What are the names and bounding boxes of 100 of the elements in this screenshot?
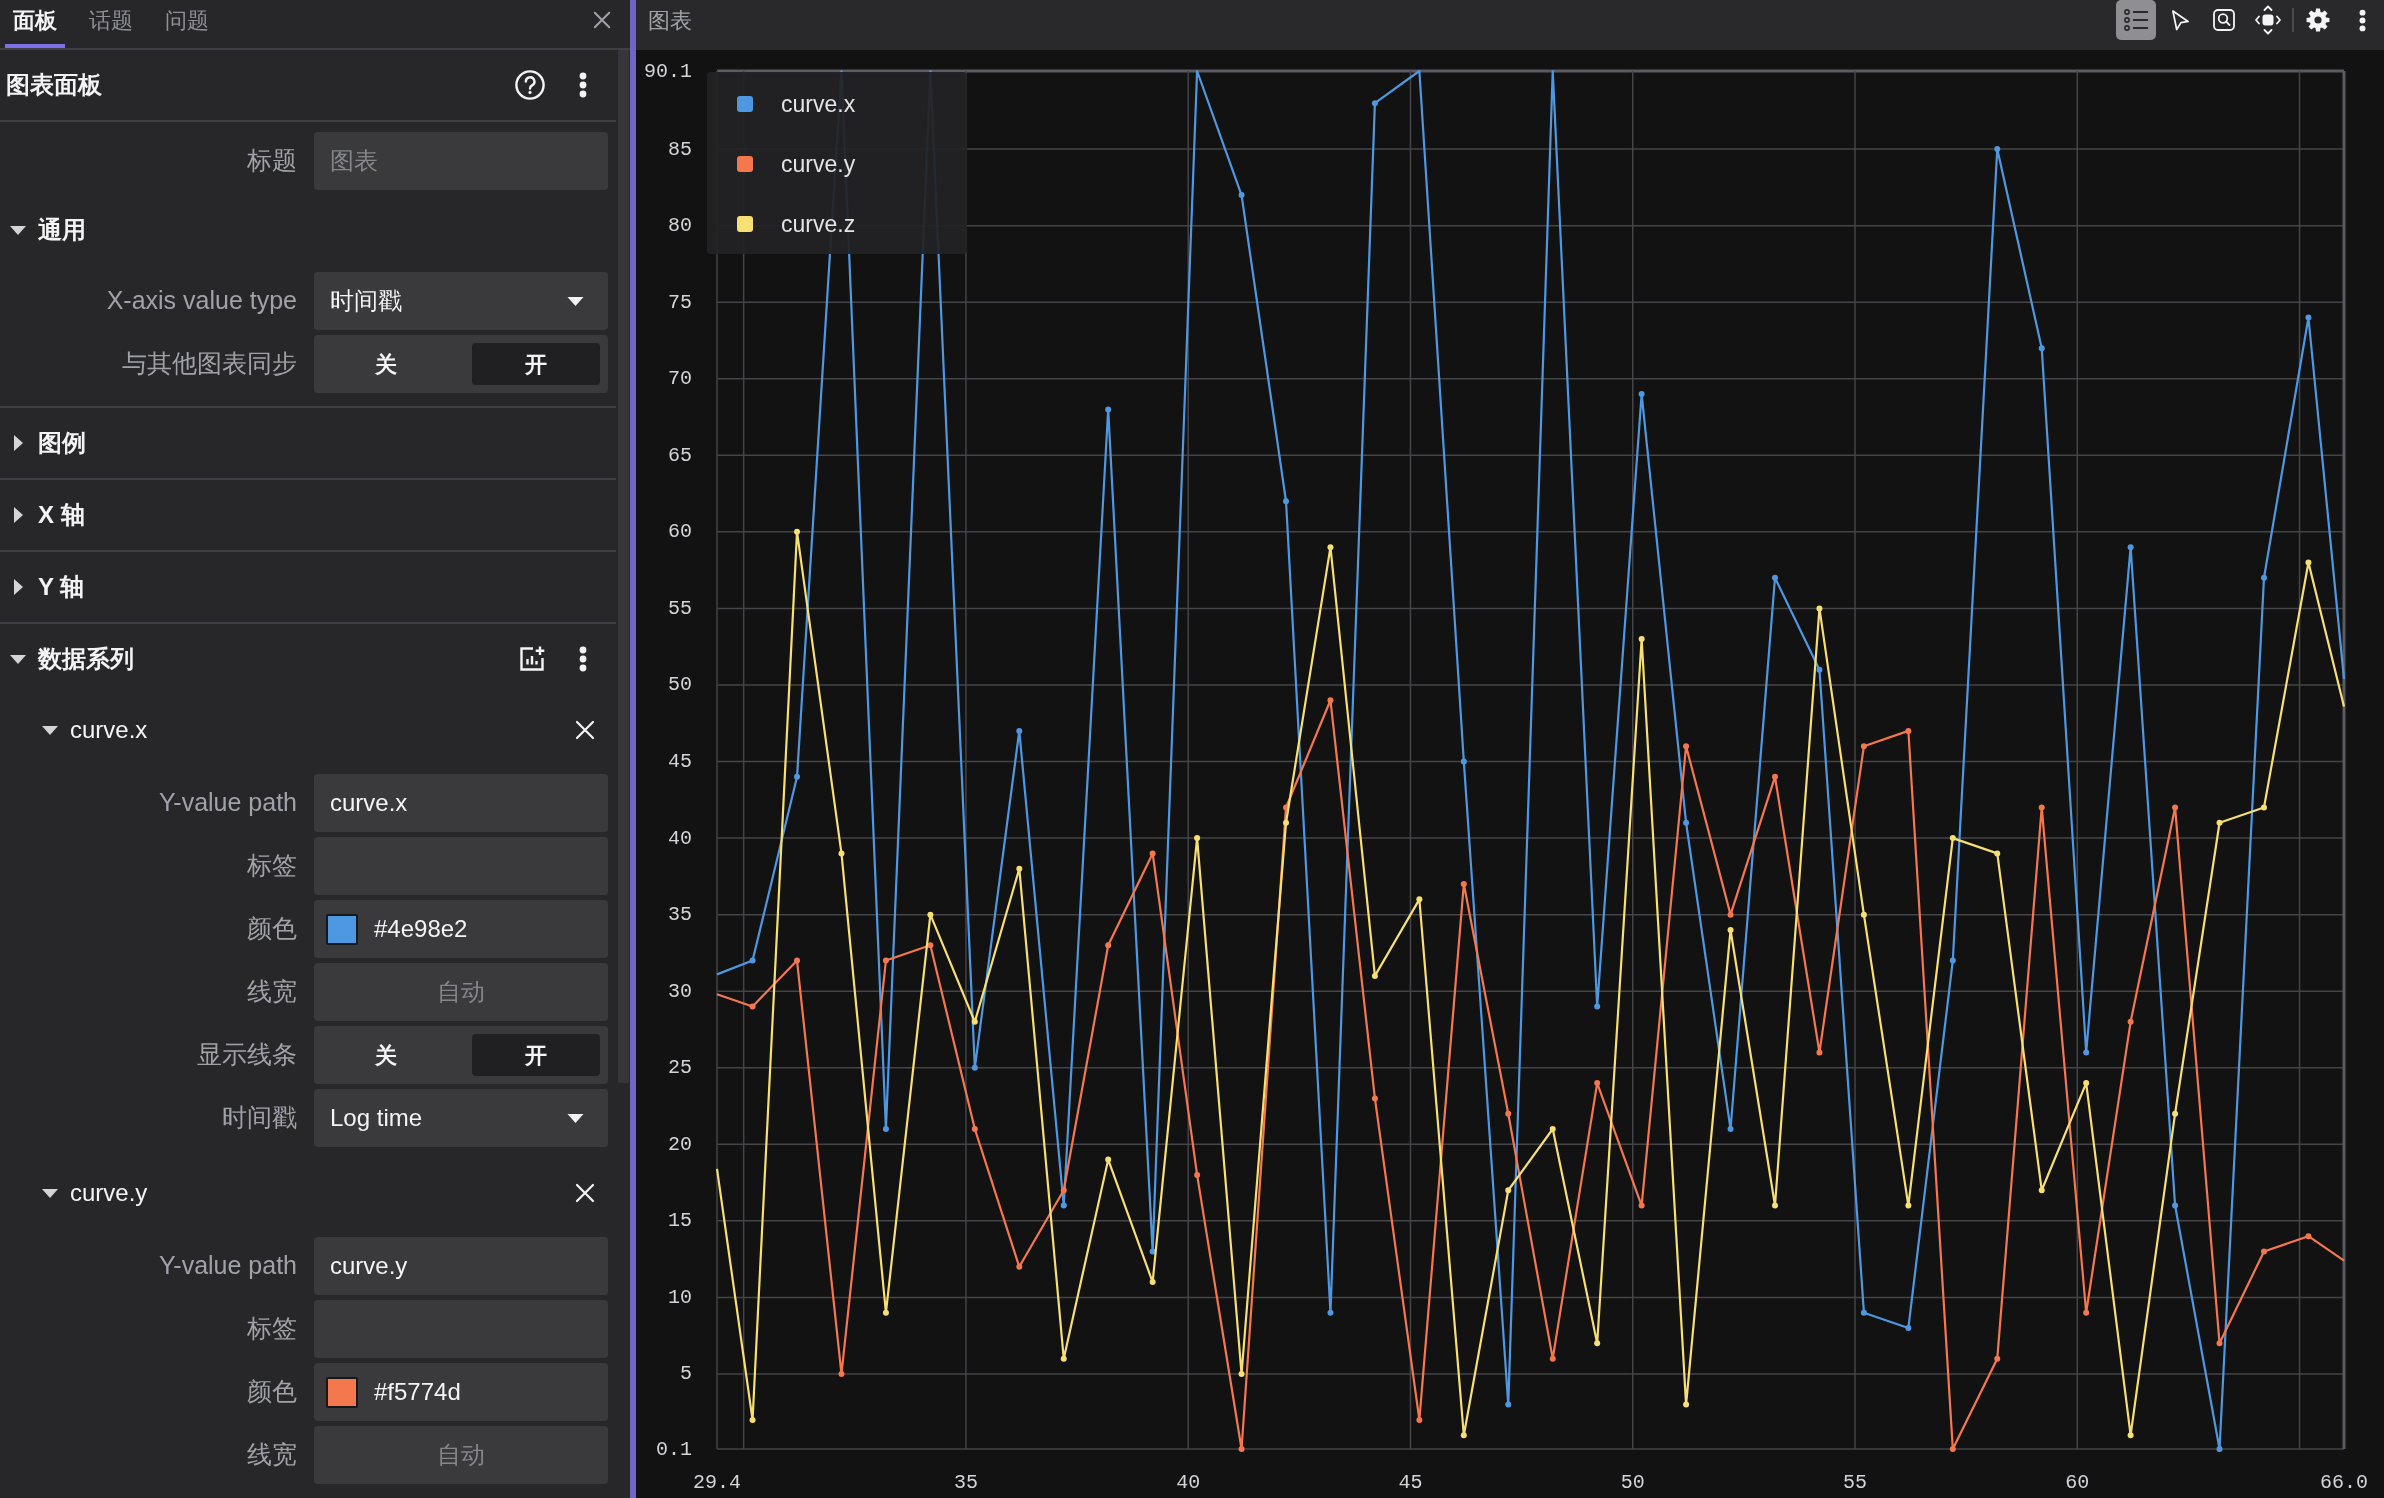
field-label: 标签: [246, 1313, 297, 1345]
data-point: [927, 911, 934, 918]
data-point: [1949, 957, 1956, 964]
section-header[interactable]: 通用: [0, 195, 587, 265]
data-point: [1149, 1248, 1156, 1255]
data-point: [1816, 605, 1823, 612]
data-point: [838, 850, 845, 857]
dropdown[interactable]: 时间戳: [314, 272, 608, 330]
axis-tick-label: 30: [668, 979, 692, 1003]
toggle-option[interactable]: 关: [322, 343, 450, 385]
data-point: [1594, 1340, 1601, 1347]
caret-down-icon: [567, 1113, 584, 1123]
toggle-option[interactable]: 开: [472, 1034, 600, 1076]
section-header[interactable]: Y 轴: [0, 552, 587, 622]
section-header[interactable]: 数据系列: [0, 624, 518, 694]
data-point: [749, 1416, 756, 1423]
legend-item[interactable]: curve.z: [707, 194, 967, 254]
legend-item[interactable]: curve.y: [707, 134, 967, 194]
axis-tick-label: 29.4: [693, 1470, 741, 1494]
data-point: [1772, 1202, 1778, 1209]
tab[interactable]: 问题: [157, 0, 217, 48]
data-point: [1949, 1446, 1956, 1452]
data-point: [1060, 1202, 1067, 1209]
text-field[interactable]: curve.y: [314, 1237, 608, 1295]
text-field[interactable]: 图表: [314, 132, 608, 190]
data-point: [1905, 1202, 1912, 1209]
section-header[interactable]: X 轴: [0, 480, 587, 550]
more-icon[interactable]: [579, 646, 587, 672]
tab[interactable]: 面板: [5, 0, 65, 48]
data-point: [1238, 1446, 1245, 1452]
data-point: [2038, 804, 2045, 811]
axis-tick-label: 55: [668, 596, 692, 620]
series-header[interactable]: curve.y: [0, 1157, 575, 1229]
number-field[interactable]: 自动: [314, 1426, 608, 1484]
data-point: [1505, 1110, 1512, 1117]
axis-tick-label: 35: [668, 903, 692, 927]
data-point: [1994, 146, 2001, 153]
data-point: [1416, 1416, 1423, 1423]
color-field[interactable]: #4e98e2: [314, 900, 608, 958]
data-point: [1727, 926, 1734, 933]
data-point: [2038, 1187, 2045, 1194]
data-point: [1371, 1095, 1378, 1102]
list-icon[interactable]: [2124, 9, 2148, 31]
move-icon[interactable]: [2255, 5, 2281, 35]
data-point: [1105, 942, 1112, 949]
data-point: [2083, 1080, 2090, 1087]
data-point: [1283, 804, 1289, 811]
data-point: [882, 957, 889, 964]
data-point: [1105, 406, 1112, 413]
zoom-icon[interactable]: [2213, 9, 2235, 31]
data-point: [1060, 1355, 1067, 1362]
data-point: [2216, 1446, 2223, 1452]
settings-icon[interactable]: [2306, 8, 2330, 32]
number-field[interactable]: 自动: [314, 963, 608, 1021]
color-field[interactable]: #f5774d: [314, 1363, 608, 1421]
toggle-option[interactable]: 关: [322, 1034, 450, 1076]
more-icon[interactable]: [579, 72, 587, 98]
data-point: [1683, 743, 1690, 750]
scrollbar-thumb[interactable]: [618, 50, 629, 1083]
field-label: Y-value path: [157, 1250, 297, 1282]
data-point: [1194, 835, 1201, 842]
data-point: [1905, 1325, 1912, 1332]
legend-item[interactable]: curve.x: [707, 74, 967, 134]
data-point: [1505, 1187, 1512, 1194]
data-point: [1949, 835, 1956, 842]
caret-down-icon: [567, 296, 584, 306]
axis-tick-label: 40: [1176, 1470, 1201, 1494]
field-label: 标签: [246, 850, 297, 882]
close-icon[interactable]: [593, 11, 611, 29]
field-label: 显示线条: [196, 1039, 297, 1071]
more-icon[interactable]: [2358, 8, 2366, 32]
data-point: [1727, 1126, 1734, 1132]
axis-tick-label: 50: [1620, 1470, 1645, 1494]
data-point: [1327, 1309, 1334, 1316]
data-point: [882, 1126, 889, 1132]
dropdown[interactable]: Log time: [314, 1089, 608, 1147]
data-point: [1727, 911, 1734, 918]
help-icon[interactable]: [515, 70, 545, 100]
data-point: [1594, 1003, 1601, 1010]
data-point: [1105, 1156, 1112, 1163]
axis-tick-label: 60: [668, 520, 692, 544]
data-point: [1194, 1171, 1201, 1178]
field-label: 颜色: [246, 1376, 297, 1408]
chart-add-icon[interactable]: [518, 645, 546, 673]
text-field[interactable]: curve.x: [314, 774, 608, 832]
data-point: [2305, 559, 2312, 566]
pointer-icon[interactable]: [2170, 8, 2190, 32]
data-point: [1816, 1049, 1823, 1056]
data-point: [1238, 192, 1245, 198]
axis-tick-label: 40: [668, 826, 692, 850]
section-header[interactable]: 图例: [0, 408, 587, 478]
series-header[interactable]: curve.x: [0, 694, 575, 766]
data-point: [2216, 1340, 2223, 1347]
data-point: [1816, 666, 1823, 673]
data-point: [1772, 773, 1778, 780]
tab[interactable]: 话题: [81, 0, 141, 48]
data-point: [2083, 1309, 2090, 1316]
toggle-option[interactable]: 开: [472, 343, 600, 385]
data-point: [971, 1064, 978, 1071]
resize-handle[interactable]: [630, 0, 636, 1498]
